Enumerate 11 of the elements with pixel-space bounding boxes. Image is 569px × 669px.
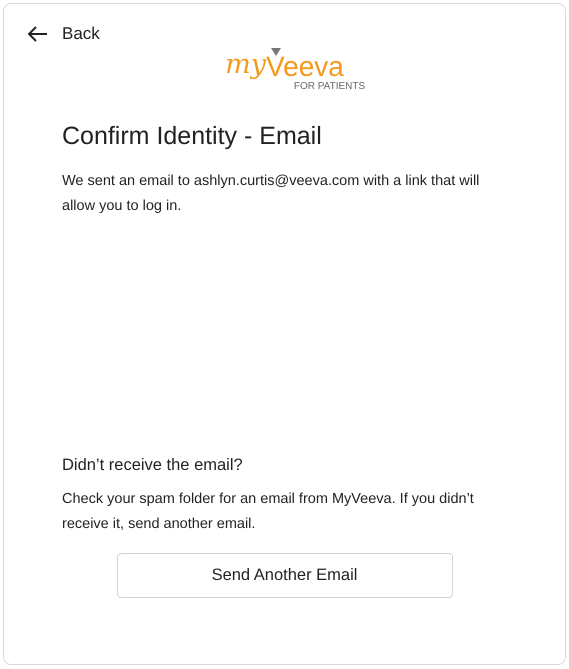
page-title: Confirm Identity - Email [62, 122, 323, 152]
back-arrow-icon [28, 26, 48, 42]
logo-tagline: FOR PATIENTS [294, 81, 366, 92]
message-text: We sent an email to ashlyn.curtis@veeva.com with a link that will allow you to log in. [62, 172, 480, 216]
help-heading: Didn’t receive the email? [62, 456, 244, 476]
triangle-icon [271, 48, 281, 56]
help-text: Check your spam folder for an email from MyVeeva. If you didn’t receive it, send another email. [62, 490, 475, 534]
logo-wordmark: Veeva [266, 56, 344, 78]
logo-script-text: my [225, 51, 266, 78]
back-button[interactable]: Back [26, 22, 102, 46]
send-another-email-button[interactable]: Send Another Email [116, 553, 452, 598]
